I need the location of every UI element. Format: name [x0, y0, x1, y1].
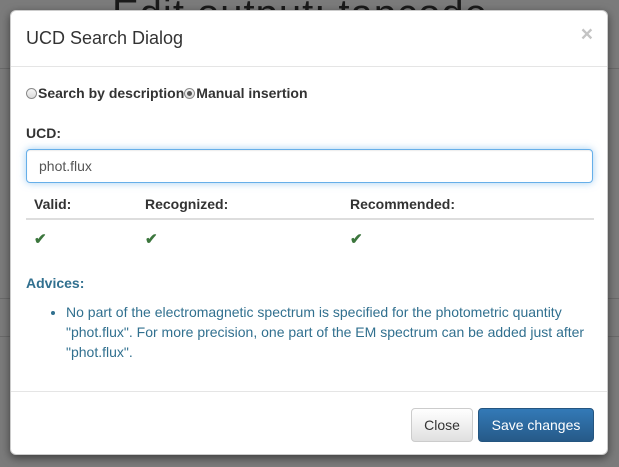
header-recognized: Recognized:	[137, 189, 342, 220]
ucd-input[interactable]	[26, 149, 593, 183]
dialog-footer: Close Save changes	[11, 391, 607, 454]
header-valid: Valid:	[26, 189, 137, 220]
radio-label: Search by description	[38, 85, 185, 101]
recognized-cell: ✔	[137, 219, 342, 258]
advices-list: No part of the electromagnetic spectrum …	[26, 302, 586, 362]
dialog-title: UCD Search Dialog	[26, 28, 184, 48]
close-icon[interactable]: ×	[581, 24, 593, 45]
list-item: No part of the electromagnetic spectrum …	[66, 302, 586, 362]
close-button[interactable]: Close	[411, 408, 473, 442]
check-icon: ✔	[350, 231, 363, 248]
advices-heading: Advices:	[26, 275, 85, 291]
search-mode-radio-group: Search by description Manual insertion	[26, 85, 308, 101]
check-icon: ✔	[145, 231, 158, 248]
radio-label: Manual insertion	[196, 85, 308, 101]
radio-search-by-description[interactable]: Search by description	[26, 85, 184, 101]
save-changes-button[interactable]: Save changes	[478, 408, 594, 442]
radio-button-checked-icon[interactable]	[184, 87, 196, 99]
check-icon: ✔	[34, 231, 47, 248]
recommended-cell: ✔	[342, 219, 594, 258]
ucd-status-table: Valid: Recognized: Recommended: ✔ ✔ ✔	[26, 189, 594, 258]
ucd-field-label: UCD:	[26, 125, 61, 141]
valid-cell: ✔	[26, 219, 137, 258]
radio-button-icon[interactable]	[26, 87, 37, 99]
ucd-search-dialog: UCD Search Dialog × Search by descriptio…	[10, 10, 608, 455]
radio-manual-insertion[interactable]: Manual insertion	[184, 85, 308, 101]
dialog-header: UCD Search Dialog ×	[11, 11, 607, 67]
header-recommended: Recommended:	[342, 189, 594, 220]
table-row: ✔ ✔ ✔	[26, 219, 594, 258]
